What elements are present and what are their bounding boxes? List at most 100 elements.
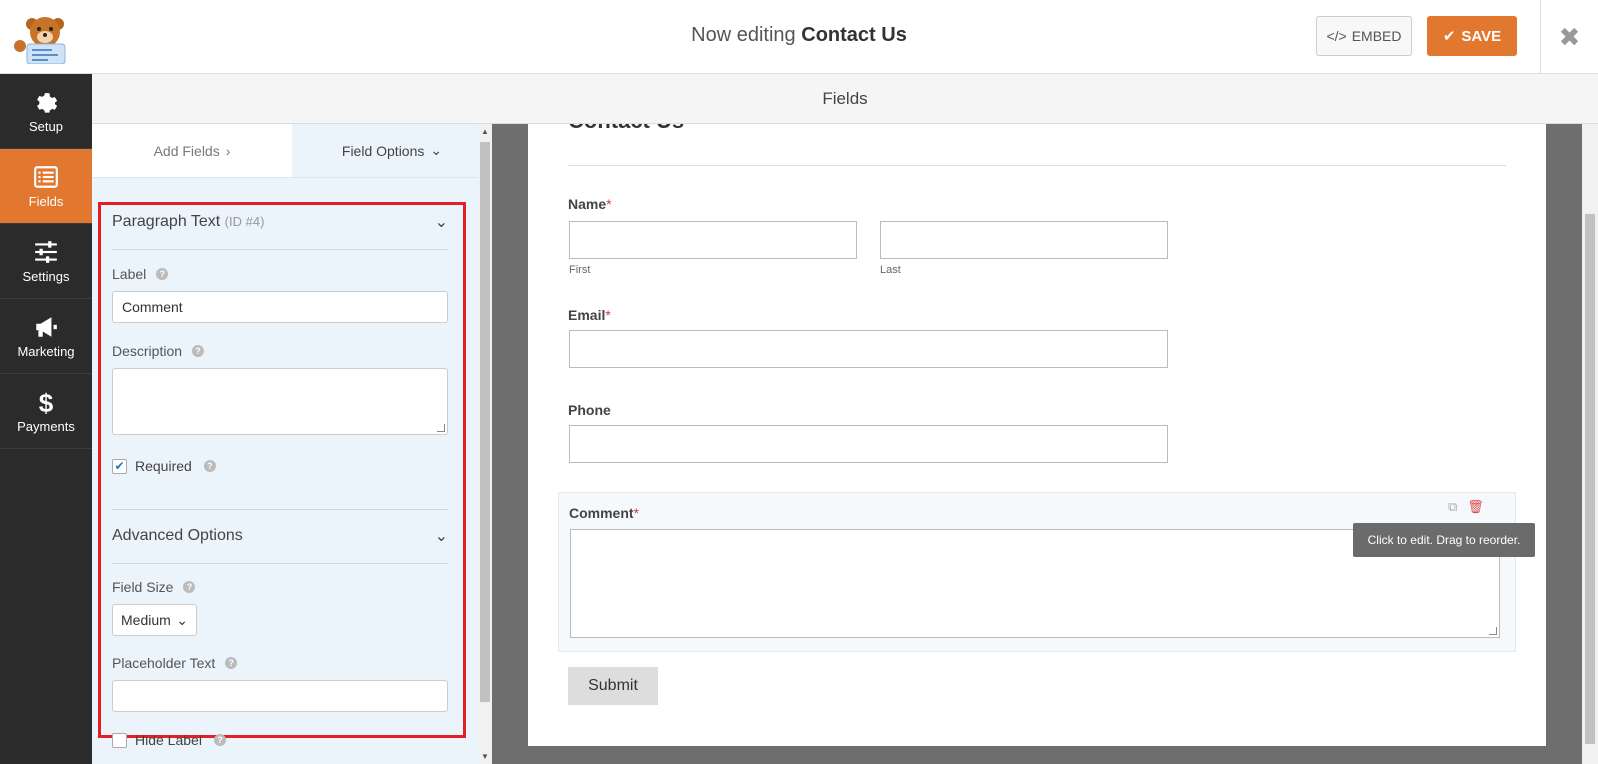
placeholder-input[interactable] [112, 680, 448, 712]
label-input[interactable]: Comment [112, 291, 448, 323]
sliders-icon [35, 240, 57, 263]
title-form-name: Contact Us [801, 24, 907, 46]
help-icon[interactable]: ? [203, 460, 216, 472]
nav-label-setup: Setup [29, 118, 63, 134]
close-icon[interactable]: ✖ [1540, 0, 1598, 74]
panel-scrollbar-thumb[interactable] [480, 142, 490, 702]
description-option: Description ? [112, 343, 448, 435]
email-label-text: Email [568, 307, 606, 323]
help-icon[interactable]: ? [213, 734, 226, 746]
save-label: SAVE [1461, 27, 1502, 45]
placeholder-label: Placeholder Text ? [112, 655, 448, 671]
hide-label-text: Hide Label [135, 732, 202, 748]
first-sublabel: First [569, 264, 591, 276]
advanced-options-header[interactable]: Advanced Options ⌄ [112, 526, 448, 546]
resize-grip-icon[interactable] [437, 424, 445, 432]
comment-label-text: Comment [569, 505, 634, 521]
advanced-options-label: Advanced Options [112, 527, 243, 544]
tab-field-options[interactable]: Field Options ⌄ [292, 124, 492, 177]
required-label: Required [135, 458, 192, 474]
nav-label-payments: Payments [17, 418, 75, 434]
check-icon: ✔ [1442, 28, 1456, 45]
tab-add-fields-label: Add Fields [153, 142, 220, 159]
title-prefix: Now editing [691, 24, 796, 46]
embed-button[interactable]: </> EMBED [1316, 16, 1412, 56]
description-option-label: Description ? [112, 343, 448, 359]
dollar-icon: $ [39, 389, 54, 415]
field-options-panel: Add Fields › Field Options ⌄ Paragraph T… [92, 124, 492, 764]
edit-tooltip: Click to edit. Drag to reorder. [1353, 523, 1535, 557]
field-size-select[interactable]: Medium ⌄ [112, 604, 197, 636]
placeholder-option: Placeholder Text ? [112, 655, 448, 712]
chevron-down-icon[interactable]: ⌄ [435, 526, 448, 546]
name-field-label: Name* [568, 196, 612, 212]
help-icon[interactable]: ? [225, 657, 238, 669]
field-type-header[interactable]: Paragraph Text (ID #4) ⌄ [112, 212, 448, 232]
submit-button[interactable]: Submit [568, 667, 658, 705]
phone-field-label: Phone [568, 402, 611, 418]
field-id-label: (ID #4) [224, 214, 265, 229]
fields-header: Fields [92, 74, 1598, 124]
name-label-text: Name [568, 196, 607, 212]
description-textarea[interactable] [112, 368, 448, 435]
required-checkbox[interactable]: ✔ [112, 458, 127, 474]
form-title-divider [568, 165, 1506, 166]
comment-field-block[interactable]: Comment* ⧉ 🗑 Click to edit. Drag to reor… [558, 492, 1535, 652]
preview-scrollbar[interactable] [1582, 124, 1598, 764]
resize-grip-icon[interactable] [1489, 627, 1497, 635]
name-last-input[interactable] [880, 221, 1168, 259]
field-size-text: Field Size [112, 579, 174, 595]
field-size-value: Medium [121, 612, 171, 628]
scroll-up-icon[interactable]: ▲ [481, 127, 489, 136]
scroll-down-icon[interactable]: ▼ [481, 752, 489, 761]
description-text: Description [112, 343, 183, 359]
help-icon[interactable]: ? [156, 268, 169, 280]
phone-input[interactable] [569, 425, 1168, 463]
required-option: ✔ Required ? [112, 458, 448, 474]
divider [112, 563, 448, 564]
nav-item-fields[interactable]: Fields [0, 149, 92, 224]
chevron-right-icon: › [225, 142, 231, 159]
tab-add-fields[interactable]: Add Fields › [92, 124, 292, 177]
required-mark: * [633, 505, 640, 521]
nav-item-payments[interactable]: $ Payments [0, 374, 92, 449]
svg-text:$: $ [39, 389, 54, 415]
last-sublabel: Last [880, 264, 901, 276]
nav-label-marketing: Marketing [17, 343, 75, 359]
list-icon [34, 165, 58, 188]
nav-item-settings[interactable]: Settings [0, 224, 92, 299]
megaphone-icon [36, 316, 57, 337]
embed-label: EMBED [1351, 28, 1402, 44]
placeholder-text: Placeholder Text [112, 655, 216, 671]
comment-field-label: Comment* [569, 505, 639, 521]
label-option-label: Label ? [112, 266, 448, 282]
gear-icon [37, 92, 58, 113]
form-preview: Contact Us Name* First Last Email* Phone… [528, 124, 1546, 746]
help-icon[interactable]: ? [183, 581, 196, 593]
chevron-down-icon[interactable]: ⌄ [435, 212, 448, 232]
trash-icon[interactable]: 🗑 [1467, 499, 1484, 515]
hide-label-checkbox-row[interactable]: Hide Label ? [112, 732, 448, 748]
nav-item-setup[interactable]: Setup [0, 74, 92, 149]
help-icon[interactable]: ? [192, 345, 205, 357]
field-size-label: Field Size ? [112, 579, 448, 595]
field-type-title: Paragraph Text (ID #4) ⌄ [112, 212, 448, 232]
tab-field-options-label: Field Options [341, 142, 425, 159]
email-input[interactable] [569, 330, 1168, 368]
duplicate-icon[interactable]: ⧉ [1448, 499, 1457, 515]
field-actions: ⧉ 🗑 [1448, 499, 1484, 515]
name-first-input[interactable] [569, 221, 857, 259]
panel-tabs: Add Fields › Field Options ⌄ [92, 124, 492, 178]
preview-scrollbar-thumb[interactable] [1585, 214, 1595, 744]
email-field-label: Email* [568, 307, 611, 323]
save-button[interactable]: ✔ SAVE [1427, 16, 1517, 56]
hide-label-checkbox[interactable] [112, 732, 127, 748]
chevron-down-icon: ⌄ [176, 611, 188, 628]
nav-item-marketing[interactable]: Marketing [0, 299, 92, 374]
required-checkbox-row[interactable]: ✔ Required ? [112, 458, 448, 474]
label-text: Label [112, 266, 147, 282]
label-option: Label ? Comment [112, 266, 448, 323]
panel-scrollbar[interactable]: ▲ ▼ [478, 124, 492, 764]
nav-label-fields: Fields [28, 193, 64, 209]
divider [112, 249, 448, 250]
